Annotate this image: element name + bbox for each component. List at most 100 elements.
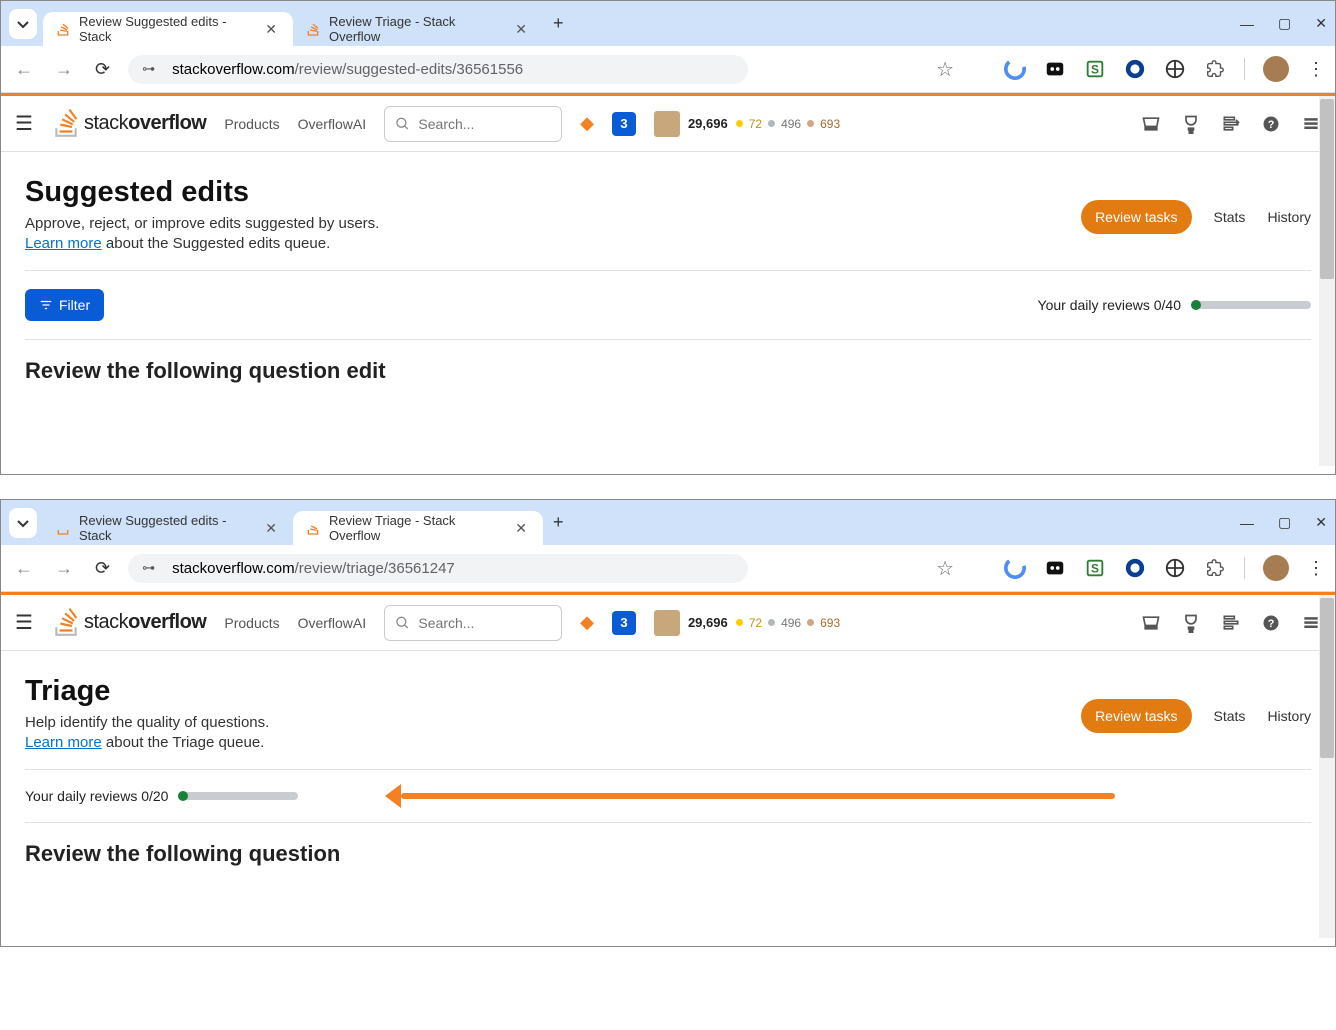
review-queues-icon[interactable] — [1221, 613, 1241, 633]
address-bar: ← → ⟳ ⊶ stackoverflow.com/review/suggest… — [1, 46, 1335, 93]
minimize-button[interactable]: — — [1240, 515, 1254, 531]
achievements-icon[interactable] — [1181, 613, 1201, 633]
community-icon[interactable] — [1301, 114, 1321, 134]
nav-products[interactable]: Products — [224, 116, 279, 132]
forward-button[interactable]: → — [51, 55, 77, 84]
inbox-icon[interactable] — [1141, 613, 1161, 633]
tab-title: Review Suggested edits - Stack — [79, 513, 253, 543]
close-icon[interactable]: ✕ — [511, 19, 531, 40]
daily-reviews: Your daily reviews 0/40 — [1038, 297, 1311, 313]
user-profile[interactable]: 29,696 72 496 693 — [654, 111, 840, 137]
user-profile[interactable]: 29,696 72 496 693 — [654, 610, 840, 636]
extension-icon-3[interactable]: S — [1084, 557, 1106, 579]
search-input[interactable] — [418, 615, 551, 631]
nav-overflowai[interactable]: OverflowAI — [298, 116, 366, 132]
site-logo[interactable]: stackoverflow — [51, 109, 206, 139]
stackoverflow-icon — [305, 21, 321, 37]
annotation-arrow — [385, 789, 1115, 803]
history-tab[interactable]: History — [1267, 209, 1311, 225]
profile-avatar[interactable] — [1263, 555, 1289, 581]
review-section-title: Review the following question edit — [25, 358, 1311, 384]
new-tab-button[interactable]: + — [543, 13, 574, 34]
search-box[interactable] — [384, 106, 562, 142]
browser-menu-icon[interactable]: ⋮ — [1307, 558, 1325, 579]
bookmark-star-icon[interactable]: ☆ — [936, 57, 954, 82]
site-settings-icon[interactable]: ⊶ — [142, 61, 162, 77]
minimize-button[interactable]: — — [1240, 16, 1254, 32]
badges: 72 496 693 — [736, 117, 840, 131]
page-content: Triage Help identify the quality of ques… — [1, 651, 1335, 867]
maximize-button[interactable]: ▢ — [1278, 15, 1291, 32]
maximize-button[interactable]: ▢ — [1278, 514, 1291, 531]
menu-icon[interactable]: ☰ — [15, 111, 33, 136]
back-button[interactable]: ← — [11, 55, 37, 84]
address-bar: ← → ⟳ ⊶ stackoverflow.com/review/triage/… — [1, 545, 1335, 592]
inbox-count[interactable]: 3 — [612, 112, 636, 136]
inbox-count[interactable]: 3 — [612, 611, 636, 635]
close-icon[interactable]: ✕ — [261, 19, 281, 40]
nav-overflowai[interactable]: OverflowAI — [298, 615, 366, 631]
site-logo[interactable]: stackoverflow — [51, 608, 206, 638]
tab-suggested-edits[interactable]: Review Suggested edits - Stack ✕ — [43, 511, 293, 545]
site-header: ☰ stackoverflow Products OverflowAI ◆ 3 … — [1, 96, 1335, 152]
help-icon[interactable]: ? — [1261, 613, 1281, 633]
extension-icon-4[interactable] — [1124, 58, 1146, 80]
achievements-icon[interactable] — [1181, 114, 1201, 134]
stats-tab[interactable]: Stats — [1214, 708, 1246, 724]
chevron-down-icon — [17, 18, 29, 30]
new-tab-button[interactable]: + — [543, 512, 574, 533]
reputation: 29,696 — [688, 615, 728, 630]
inbox-icon[interactable] — [1141, 114, 1161, 134]
moderator-diamond-icon[interactable]: ◆ — [580, 612, 594, 633]
extension-icon-3[interactable]: S — [1084, 58, 1106, 80]
tab-title: Review Triage - Stack Overflow — [329, 14, 503, 44]
help-icon[interactable]: ? — [1261, 114, 1281, 134]
learn-more-link[interactable]: Learn more — [25, 734, 102, 751]
tab-search-button[interactable] — [9, 508, 37, 538]
url-input[interactable]: ⊶ stackoverflow.com/review/triage/365612… — [128, 554, 748, 583]
svg-text:S: S — [1091, 562, 1099, 576]
extension-icon-1[interactable] — [1004, 58, 1026, 80]
close-icon[interactable]: ✕ — [261, 518, 281, 539]
back-button[interactable]: ← — [11, 554, 37, 583]
search-input[interactable] — [418, 116, 551, 132]
tab-search-button[interactable] — [9, 9, 37, 39]
browser-menu-icon[interactable]: ⋮ — [1307, 59, 1325, 80]
close-window-button[interactable]: ✕ — [1315, 15, 1327, 32]
site-settings-icon[interactable]: ⊶ — [142, 560, 162, 576]
extension-icon-1[interactable] — [1004, 557, 1026, 579]
review-tasks-tab[interactable]: Review tasks — [1081, 699, 1191, 733]
url-input[interactable]: ⊶ stackoverflow.com/review/suggested-edi… — [128, 55, 748, 84]
stats-tab[interactable]: Stats — [1214, 209, 1246, 225]
reload-button[interactable]: ⟳ — [91, 55, 114, 84]
tab-triage[interactable]: Review Triage - Stack Overflow ✕ — [293, 511, 543, 545]
extension-icon-2[interactable] — [1044, 557, 1066, 579]
tab-triage[interactable]: Review Triage - Stack Overflow ✕ — [293, 12, 543, 46]
extension-icon-2[interactable] — [1044, 58, 1066, 80]
learn-more-link[interactable]: Learn more — [25, 235, 102, 252]
review-queues-icon[interactable] — [1221, 114, 1241, 134]
review-tasks-tab[interactable]: Review tasks — [1081, 200, 1191, 234]
profile-avatar[interactable] — [1263, 56, 1289, 82]
menu-icon[interactable]: ☰ — [15, 610, 33, 635]
extension-icon-5[interactable] — [1164, 557, 1186, 579]
tab-suggested-edits[interactable]: Review Suggested edits - Stack ✕ — [43, 12, 293, 46]
forward-button[interactable]: → — [51, 554, 77, 583]
close-icon[interactable]: ✕ — [511, 518, 531, 539]
filter-button[interactable]: Filter — [25, 289, 104, 321]
extension-icon-4[interactable] — [1124, 557, 1146, 579]
history-tab[interactable]: History — [1267, 708, 1311, 724]
moderator-diamond-icon[interactable]: ◆ — [580, 113, 594, 134]
community-icon[interactable] — [1301, 613, 1321, 633]
extension-icon-5[interactable] — [1164, 58, 1186, 80]
logo-text: stackoverflow — [84, 112, 206, 135]
svg-text:?: ? — [1268, 119, 1275, 131]
bookmark-star-icon[interactable]: ☆ — [936, 556, 954, 581]
extensions-puzzle-icon[interactable] — [1204, 557, 1226, 579]
extensions-puzzle-icon[interactable] — [1204, 58, 1226, 80]
nav-products[interactable]: Products — [224, 615, 279, 631]
stackoverflow-icon — [51, 608, 81, 638]
close-window-button[interactable]: ✕ — [1315, 514, 1327, 531]
reload-button[interactable]: ⟳ — [91, 554, 114, 583]
search-box[interactable] — [384, 605, 562, 641]
